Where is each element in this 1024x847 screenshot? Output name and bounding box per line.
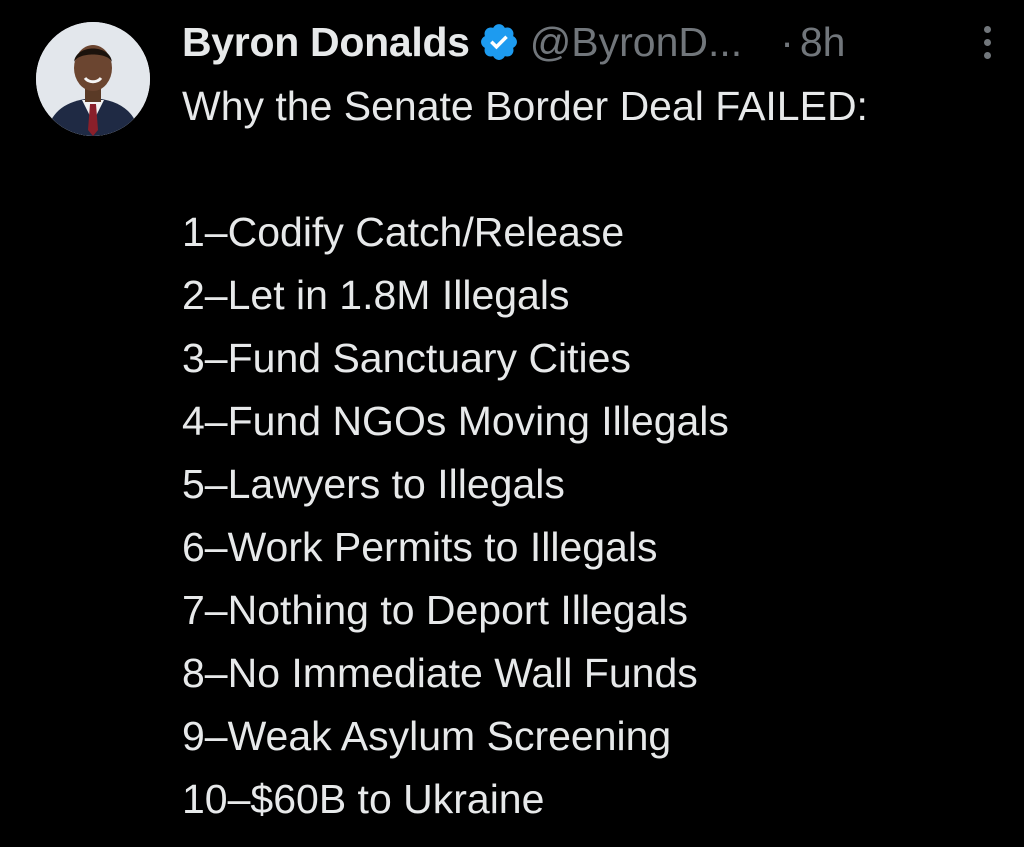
tweet-text: Why the Senate Border Deal FAILED: 1–Cod… — [182, 75, 868, 831]
author-handle[interactable]: @ByronD... — [530, 19, 743, 66]
separator-dot: · — [780, 18, 794, 65]
list-item: 2–Let in 1.8M Illegals — [182, 272, 570, 318]
list-item: 8–No Immediate Wall Funds — [182, 650, 698, 696]
author-display-name[interactable]: Byron Donalds — [182, 19, 470, 66]
list-item: 6–Work Permits to Illegals — [182, 524, 658, 570]
list-item: 9–Weak Asylum Screening — [182, 713, 672, 759]
tweet-header: Byron Donalds @ByronD... · 8h — [182, 14, 845, 70]
list-item: 4–Fund NGOs Moving Illegals — [182, 398, 729, 444]
avatar-image — [36, 22, 150, 136]
tweet-intro: Why the Senate Border Deal FAILED: — [182, 83, 868, 129]
tweet-timestamp[interactable]: 8h — [800, 19, 846, 66]
list-item: 10–$60B to Ukraine — [182, 776, 545, 822]
more-options-icon[interactable] — [977, 26, 997, 66]
avatar[interactable] — [36, 22, 150, 136]
list-item: 7–Nothing to Deport Illegals — [182, 587, 688, 633]
tweet-list: 1–Codify Catch/Release 2–Let in 1.8M Ill… — [182, 201, 868, 831]
tweet: Byron Donalds @ByronD... · 8h Why the Se… — [0, 0, 1024, 847]
list-item: 5–Lawyers to Illegals — [182, 461, 565, 507]
verified-badge-icon[interactable] — [478, 21, 520, 63]
list-item: 3–Fund Sanctuary Cities — [182, 335, 631, 381]
list-item: 1–Codify Catch/Release — [182, 209, 625, 255]
